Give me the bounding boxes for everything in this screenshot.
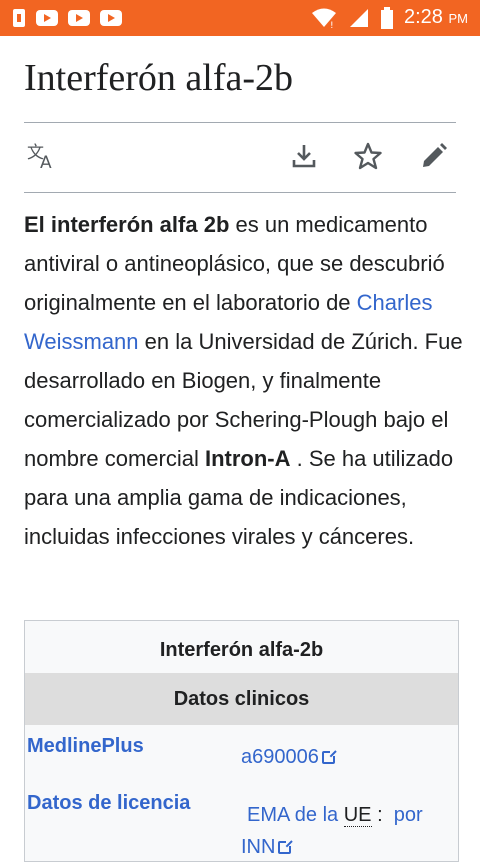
youtube-icon [100,10,122,26]
infobox-value-datos-licencia: EMA de la UE : por [247,804,423,827]
system-icons: ! 2:28 PM [310,6,468,29]
link-por[interactable]: por [394,804,423,826]
infobox-label-datos-licencia[interactable]: Datos de licencia [27,792,190,815]
notification-icons [12,8,122,28]
external-link-icon [321,749,337,764]
youtube-icon [36,10,58,26]
infobox-label-medlineplus[interactable]: MedlinePlus [27,735,144,758]
infobox-value-medlineplus[interactable]: a690006 [241,746,337,769]
abbr-ue: UE [343,804,372,827]
title-divider [24,122,456,123]
infobox-title: Interferón alfa-2b [159,639,324,661]
battery-icon [381,6,393,29]
star-icon[interactable] [350,138,386,174]
bold-brand: Intron-A [204,446,291,471]
wifi-icon: ! [312,8,336,29]
sim-icon [13,9,25,27]
page-actions-toolbar: 文 A [24,138,456,178]
infobox: Interferón alfa-2b Datos clinicos Medlin… [24,620,459,862]
translate-icon[interactable]: 文 A [24,138,60,174]
page-title: Interferón alfa-2b [24,57,294,99]
external-link-icon [278,839,294,854]
bold-term: El interferón alfa 2b [24,212,230,237]
status-bar: ! 2:28 PM [0,0,480,36]
clock: 2:28 PM [404,6,468,28]
youtube-icon [68,10,90,26]
svg-text:!: ! [330,21,334,29]
download-icon[interactable] [286,138,322,174]
edit-icon[interactable] [416,138,452,174]
infobox-value-inn[interactable]: INN [241,836,294,859]
infobox-section-header: Datos clinicos [25,673,458,725]
article-lead-paragraph: El interferón alfa 2b es un medicamento … [24,205,464,556]
svg-text:A: A [40,153,52,170]
signal-icon [350,8,368,27]
toolbar-divider [24,192,456,193]
